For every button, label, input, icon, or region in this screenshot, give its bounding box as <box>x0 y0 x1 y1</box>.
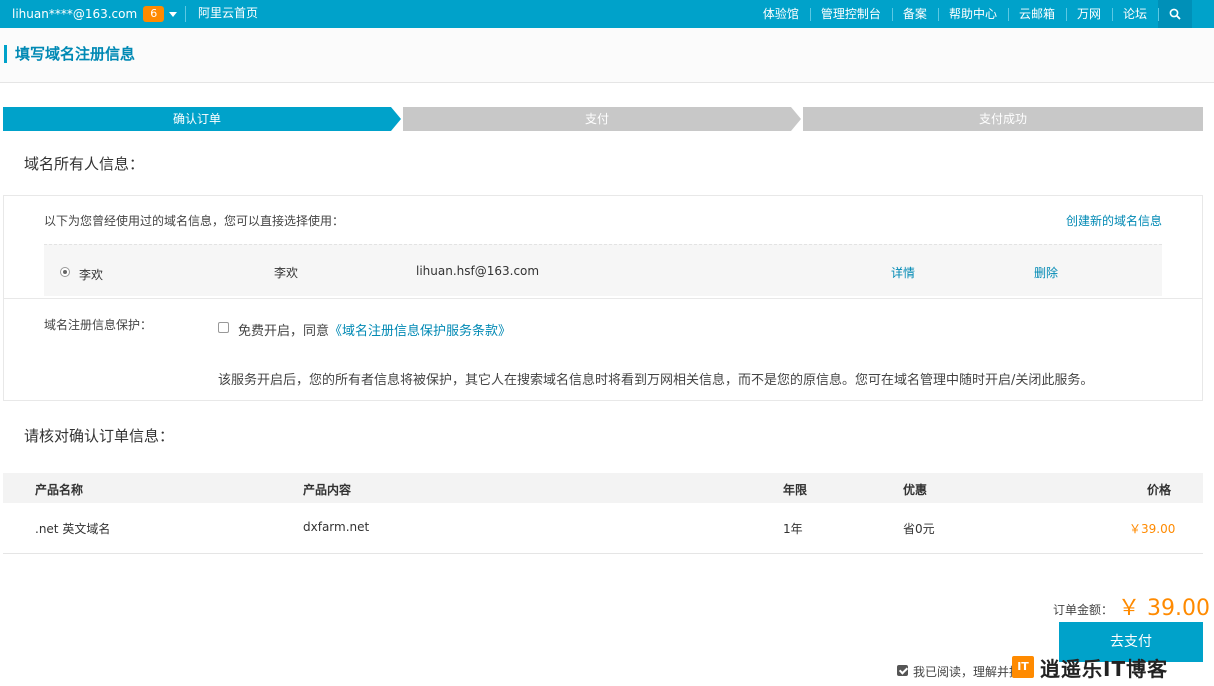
watermark: IT 逍遥乐IT博客 <box>1012 652 1212 682</box>
protection-label: 域名注册信息保护： <box>44 318 153 332</box>
owner-detail-link[interactable]: 详情 <box>891 264 915 281</box>
watermark-text: 逍遥乐IT博客 <box>1040 656 1169 681</box>
create-domain-info-link[interactable]: 创建新的域名信息 <box>1066 212 1162 229</box>
order-table-header: 产品名称 产品内容 年限 优惠 价格 <box>3 473 1203 503</box>
order-total-label: 订单金额： <box>1053 603 1114 617</box>
top-nav: 体验馆 管理控制台 备案 帮助中心 云邮箱 万网 论坛 <box>752 0 1192 28</box>
notification-badge[interactable]: 6 <box>143 6 165 22</box>
owner-name: 李欢 <box>79 268 104 282</box>
top-navigation-bar: lihuan****@163.com 6 阿里云首页 体验馆 管理控制台 备案 … <box>0 0 1214 28</box>
step-payment-success: 支付成功 <box>803 107 1203 131</box>
nav-item-filing[interactable]: 备案 <box>891 0 938 28</box>
search-icon <box>1169 8 1181 20</box>
header-content: 产品内容 <box>303 483 352 497</box>
page-header: 填写域名注册信息 <box>0 28 1214 83</box>
header-years: 年限 <box>783 483 808 497</box>
nav-item-console[interactable]: 管理控制台 <box>809 0 892 28</box>
order-price: ￥39.00 <box>1129 522 1176 536</box>
owner-delete-link[interactable]: 删除 <box>1034 264 1058 281</box>
protection-note: 该服务开启后，您的所有者信息将被保护，其它人在搜索域名信息时将看到万网相关信息，… <box>218 373 1094 388</box>
agree-checkbox[interactable] <box>897 665 908 676</box>
owner-hint-text: 以下为您曾经使用过的域名信息，您可以直接选择使用： <box>44 214 345 228</box>
step-confirm-order: 确认订单 <box>3 107 391 131</box>
progress-steps: 确认订单 支付 支付成功 <box>3 107 1203 131</box>
owner-record-row[interactable]: 李欢 李欢 lihuan.hsf@163.com 详情 删除 <box>44 244 1162 296</box>
owner-radio[interactable] <box>60 267 70 277</box>
watermark-logo: IT <box>1012 656 1034 678</box>
chevron-down-icon[interactable] <box>169 11 178 17</box>
user-account-menu[interactable]: lihuan****@163.com 6 <box>12 6 178 22</box>
order-content: dxfarm.net <box>303 520 370 534</box>
header-product: 产品名称 <box>35 483 84 497</box>
header-price: 价格 <box>1147 483 1172 497</box>
owner-name-alt: 李欢 <box>274 266 299 280</box>
table-row: .net 英文域名 dxfarm.net 1年 省0元 ￥39.00 <box>3 503 1203 554</box>
nav-item-forum[interactable]: 论坛 <box>1111 0 1158 28</box>
protection-terms-link[interactable]: 《域名注册信息保护服务条款》 <box>329 324 511 339</box>
step-payment: 支付 <box>403 107 791 131</box>
header-discount: 优惠 <box>903 483 928 497</box>
order-product: .net 英文域名 <box>35 522 111 536</box>
protection-checkbox[interactable] <box>218 322 229 333</box>
user-email[interactable]: lihuan****@163.com <box>12 7 137 21</box>
step-label: 支付成功 <box>978 112 1027 126</box>
protection-text: 免费开启，同意《域名注册信息保护服务条款》 <box>238 320 511 339</box>
search-button[interactable] <box>1158 0 1192 28</box>
protection-agree-text: 免费开启，同意 <box>238 324 330 339</box>
owner-section-title: 域名所有人信息： <box>24 155 145 173</box>
agree-text: 我已阅读，理解并接 <box>913 665 1022 679</box>
order-section-title: 请核对确认订单信息： <box>24 427 175 445</box>
owner-email: lihuan.hsf@163.com <box>416 264 540 278</box>
page-title: 填写域名注册信息 <box>4 45 135 63</box>
step-arrow <box>391 107 401 131</box>
step-arrow <box>791 107 801 131</box>
order-total-value: ￥ 39.00 <box>1118 596 1210 621</box>
order-discount: 省0元 <box>903 522 935 536</box>
nav-item-mail[interactable]: 云邮箱 <box>1007 0 1066 28</box>
divider <box>4 298 1202 299</box>
home-link[interactable]: 阿里云首页 <box>185 6 258 22</box>
nav-item-experience[interactable]: 体验馆 <box>752 0 810 28</box>
nav-item-wanwang[interactable]: 万网 <box>1065 0 1112 28</box>
nav-item-help[interactable]: 帮助中心 <box>937 0 1008 28</box>
step-label: 确认订单 <box>172 112 221 126</box>
step-label: 支付 <box>584 112 609 126</box>
order-years: 1年 <box>783 522 803 536</box>
